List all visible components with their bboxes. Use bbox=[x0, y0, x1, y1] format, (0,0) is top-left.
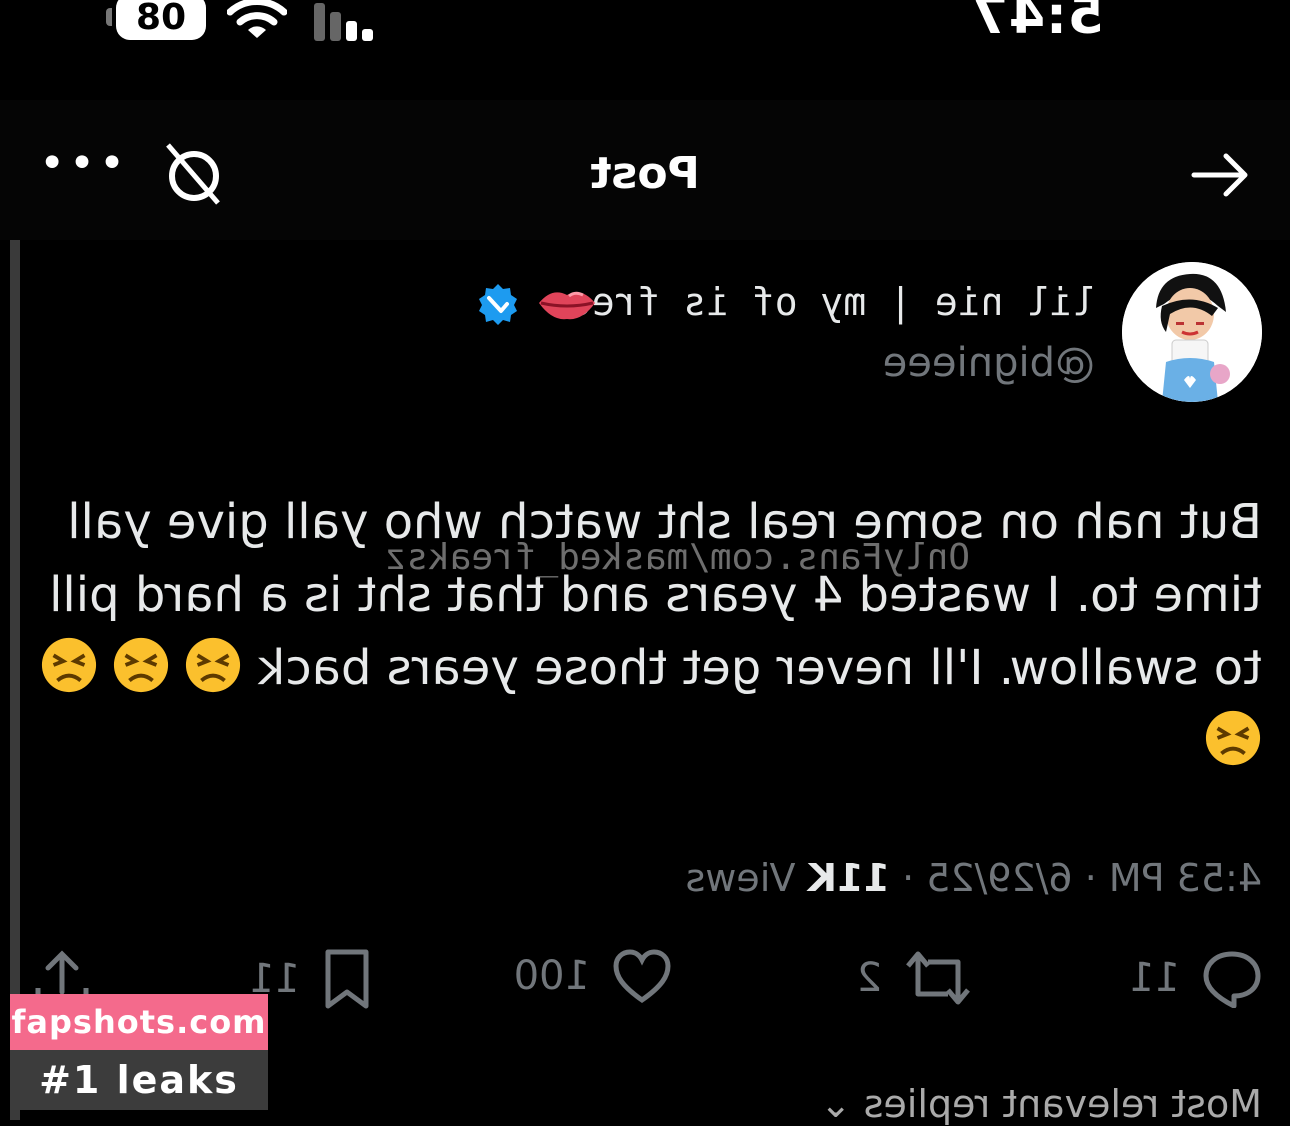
post-text: But nah on some real sht watch who yall … bbox=[22, 486, 1262, 778]
replies-sort-label: Most relevant replies bbox=[863, 1082, 1262, 1126]
reply-count: 11 bbox=[1129, 955, 1180, 1001]
more-options-icon[interactable]: ••• bbox=[35, 138, 125, 189]
replies-sort-dropdown[interactable]: Most relevant replies ⌄ bbox=[820, 1082, 1262, 1126]
cellular-signal-icon bbox=[314, 3, 373, 41]
post-timestamp: 4:53 PM · 6/29/25 · bbox=[889, 856, 1262, 900]
battery-indicator: 08 bbox=[116, 0, 206, 40]
like-button[interactable]: 100 bbox=[514, 948, 672, 1004]
reply-button[interactable]: 11 bbox=[1129, 948, 1262, 1008]
heart-icon bbox=[613, 949, 671, 1004]
post-metadata: 4:53 PM · 6/29/25 · 11K Views bbox=[686, 856, 1262, 900]
grok-icon[interactable] bbox=[162, 143, 226, 207]
badge-site: fapshots.com bbox=[10, 994, 268, 1050]
repost-count: 2 bbox=[856, 955, 882, 1001]
wifi-icon bbox=[227, 0, 287, 38]
status-time: 5:47 bbox=[970, 0, 1104, 46]
author-handle[interactable]: @bignieee bbox=[883, 340, 1095, 386]
chevron-down-icon: ⌄ bbox=[819, 1082, 852, 1126]
author-display-name[interactable]: lil nie | my of is free bbox=[569, 280, 1095, 324]
repost-icon bbox=[906, 951, 970, 1005]
like-count: 100 bbox=[513, 953, 590, 999]
repost-button[interactable]: 2 bbox=[857, 948, 972, 1008]
reply-icon bbox=[1203, 951, 1261, 1008]
avatar[interactable] bbox=[1122, 262, 1262, 402]
bookmark-icon bbox=[325, 949, 369, 1009]
lips-emoji-icon bbox=[539, 291, 595, 320]
watermark-text: OnlyFans.com/masked_freaksz bbox=[384, 537, 970, 578]
mirrored-screen: 5:47 08 Post ••• lil nie | my of is free… bbox=[0, 0, 1290, 1126]
views-label: Views bbox=[685, 856, 808, 900]
views-count: 11K bbox=[807, 856, 890, 900]
status-bar: 5:47 08 bbox=[0, 0, 1290, 60]
post-header: Post ••• bbox=[0, 100, 1290, 240]
badge-tagline: #1 leaks bbox=[10, 1050, 268, 1110]
verified-badge-icon bbox=[479, 284, 517, 325]
avatar-cartoon-icon bbox=[1122, 262, 1262, 402]
watermark-badge: fapshots.com #1 leaks bbox=[10, 994, 268, 1110]
